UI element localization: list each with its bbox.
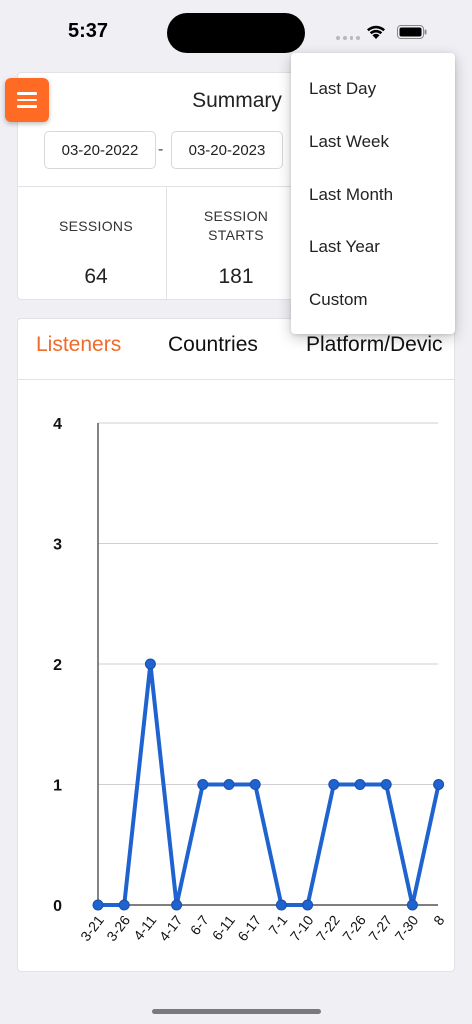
x-tick-label: 3-21 (77, 912, 107, 944)
data-point (433, 779, 445, 790)
hamburger-icon (17, 92, 37, 95)
data-point (328, 779, 340, 790)
x-tick-label: 4-17 (156, 912, 186, 944)
stat-label: SESSIONS (59, 218, 133, 234)
stat-label-line1: SESSION (203, 208, 269, 224)
date-separator: - (158, 141, 164, 158)
end-date-field[interactable]: 03-20-2023 (171, 131, 283, 169)
data-point (223, 779, 235, 790)
y-tick-label: 2 (53, 657, 62, 674)
x-tick-label: 7-30 (392, 912, 422, 944)
hamburger-menu-button[interactable] (5, 78, 49, 122)
y-tick-label: 0 (53, 898, 62, 915)
data-point (406, 899, 418, 911)
date-range-dropdown: Last Day Last Week Last Month Last Year … (291, 53, 455, 334)
dropdown-item-last-day[interactable]: Last Day (309, 79, 376, 99)
x-tick-label: 7-26 (339, 912, 369, 944)
y-tick-label: 4 (53, 416, 62, 433)
stat-value: 181 (218, 265, 254, 288)
status-bar: 5:37 (0, 0, 472, 60)
data-point (171, 899, 183, 911)
stat-value: 64 (84, 265, 108, 288)
data-point (380, 779, 392, 790)
home-indicator (152, 1009, 321, 1014)
wifi-icon (367, 25, 385, 39)
x-tick-label: 7-27 (365, 912, 395, 944)
listeners-line-chart: 012343-213-264-114-17 6-76-116-17 7-17-107… (53, 416, 448, 944)
y-tick-label: 3 (53, 537, 62, 554)
data-point (249, 779, 261, 790)
x-tick-label: 8 (430, 912, 448, 928)
battery-icon (397, 25, 427, 39)
dropdown-item-last-month[interactable]: Last Month (309, 185, 393, 205)
data-point (275, 899, 287, 911)
x-tick-label: 7-10 (287, 912, 317, 944)
y-tick-label: 1 (53, 778, 62, 795)
analytics-card: Listeners Countries Platform/Devic 01234… (17, 318, 455, 972)
data-point (92, 899, 104, 911)
dropdown-item-last-year[interactable]: Last Year (309, 237, 380, 257)
x-tick-label: 6-11 (209, 912, 238, 943)
dropdown-item-last-week[interactable]: Last Week (309, 132, 389, 152)
start-date-field[interactable]: 03-20-2022 (44, 131, 156, 169)
dropdown-item-custom[interactable]: Custom (309, 290, 368, 310)
x-tick-label: 4-11 (130, 912, 159, 943)
stat-label-line2: STARTS (208, 227, 264, 243)
data-point (354, 779, 366, 790)
dynamic-island (167, 13, 305, 53)
cellular-signal-icon (336, 36, 360, 42)
data-point (118, 899, 130, 911)
data-point (302, 899, 314, 911)
data-point (144, 658, 156, 670)
x-tick-label: 3-26 (103, 912, 133, 944)
x-tick-label: 6-17 (234, 912, 264, 944)
x-tick-label: 7-22 (313, 912, 343, 944)
data-point (197, 779, 209, 790)
status-time: 5:37 (68, 20, 109, 42)
